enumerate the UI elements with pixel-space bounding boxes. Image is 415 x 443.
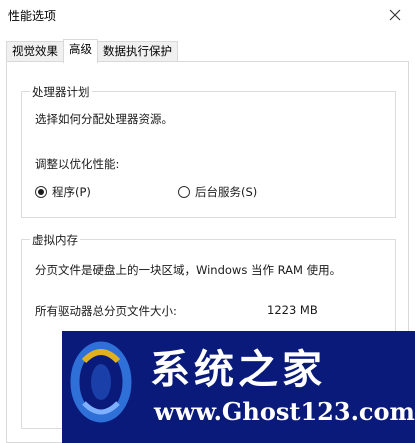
performance-options-window: 性能选项 视觉效果 高级 数据执行保护 处理器计划 选择如何分配处理器资源。 调… <box>0 0 415 443</box>
tab-visual-effects[interactable]: 视觉效果 <box>6 41 64 62</box>
tab-advanced[interactable]: 高级 <box>63 39 98 63</box>
radio-programs-indicator <box>35 186 47 198</box>
tab-strip: 视觉效果 高级 数据执行保护 <box>6 39 178 63</box>
title-bar: 性能选项 <box>0 0 415 32</box>
paging-file-total-value: 1223 MB <box>267 303 318 317</box>
processor-scheduling-legend: 处理器计划 <box>30 84 92 100</box>
radio-background-services-indicator <box>178 186 190 198</box>
radio-selected-dot <box>38 189 44 195</box>
site-logo-icon <box>70 341 132 423</box>
virtual-memory-description: 分页文件是硬盘上的一块区域，Windows 当作 RAM 使用。 <box>35 263 342 277</box>
processor-description: 选择如何分配处理器资源。 <box>35 112 173 126</box>
watermark-url: www.Ghost123.com <box>154 397 415 426</box>
radio-programs[interactable]: 程序(P) <box>35 184 91 200</box>
close-button[interactable] <box>375 0 415 30</box>
virtual-memory-legend: 虚拟内存 <box>30 232 80 248</box>
processor-scheduling-group: 处理器计划 选择如何分配处理器资源。 调整以优化性能: 程序(P) 后台服务(S… <box>21 84 396 218</box>
site-watermark: 系统之家 www.Ghost123.com <box>62 331 415 443</box>
radio-programs-label: 程序(P) <box>52 185 91 199</box>
radio-background-services[interactable]: 后台服务(S) <box>178 184 257 200</box>
watermark-title: 系统之家 <box>150 346 326 393</box>
paging-file-total-label: 所有驱动器总分页文件大小: <box>35 304 177 318</box>
close-icon <box>389 9 401 21</box>
radio-background-services-label: 后台服务(S) <box>195 185 258 199</box>
adjust-performance-label: 调整以优化性能: <box>35 157 120 171</box>
tab-data-execution-prevention[interactable]: 数据执行保护 <box>97 41 178 62</box>
window-title: 性能选项 <box>8 9 57 23</box>
